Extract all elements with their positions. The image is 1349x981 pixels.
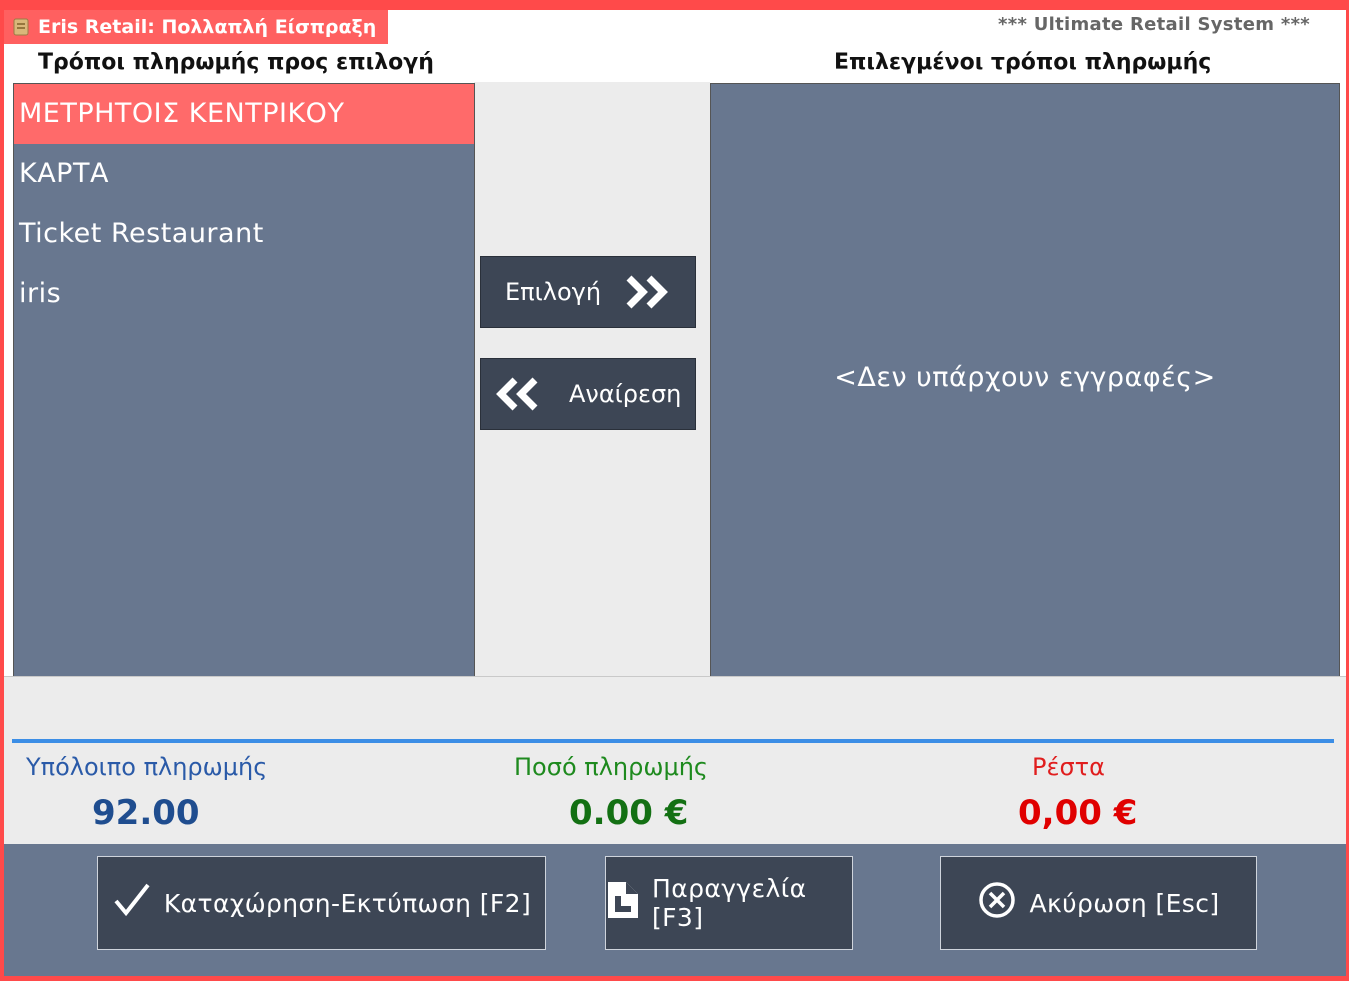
list-item-ticket-restaurant[interactable]: Ticket Restaurant — [14, 204, 474, 264]
dialog-body: *** Ultimate Retail System *** Τρόποι πλ… — [4, 14, 1346, 976]
window-bottom-border — [0, 976, 1349, 981]
order-button[interactable]: Παραγγελία [F3] — [605, 856, 853, 950]
change-label: Ρέστα — [1032, 753, 1105, 781]
document-icon — [606, 880, 640, 926]
payment-amount-value: 0.00 € — [569, 793, 689, 833]
list-item-iris[interactable]: iris — [14, 264, 474, 324]
selected-methods-header: Επιλεγμένοι τρόποι πληρωμής — [834, 49, 1212, 75]
remove-button-label: Αναίρεση — [569, 380, 682, 408]
available-methods-header: Τρόποι πληρωμής προς επιλογή — [38, 49, 434, 75]
window-title: Eris Retail: Πολλαπλή Είσπραξη — [38, 16, 377, 38]
cancel-button[interactable]: Ακύρωση [Esc] — [940, 856, 1257, 950]
double-chevron-right-icon — [625, 275, 673, 309]
change-value: 0,00 € — [1018, 793, 1138, 833]
divider-line — [12, 739, 1334, 743]
order-label: Παραγγελία [F3] — [652, 874, 807, 932]
empty-records-message: <Δεν υπάρχουν εγγραφές> — [834, 362, 1216, 393]
background-strip — [780, 0, 1349, 10]
titlebar[interactable]: Eris Retail: Πολλαπλή Είσπραξη — [4, 10, 388, 44]
select-button-label: Επιλογή — [505, 278, 602, 306]
totals-area: Υπόλοιπο πληρωμής 92.00 Ποσό πληρωμής 0.… — [4, 676, 1346, 845]
remaining-label: Υπόλοιπο πληρωμής — [26, 753, 268, 781]
footer-bar: Καταχώρηση-Εκτύπωση [F2] Παραγγελία [F3] — [4, 844, 1346, 976]
available-methods-list[interactable]: ΜΕΤΡΗΤΟΙΣ ΚΕΝΤΡΙΚΟΥ ΚΑΡΤΑ Ticket Restaur… — [13, 83, 475, 677]
checkmark-icon — [112, 881, 152, 925]
remaining-value: 92.00 — [92, 793, 200, 833]
select-button[interactable]: Επιλογή — [480, 256, 696, 328]
cancel-label: Ακύρωση [Esc] — [1029, 888, 1220, 918]
save-print-button[interactable]: Καταχώρηση-Εκτύπωση [F2] — [97, 856, 546, 950]
remove-button[interactable]: Αναίρεση — [480, 358, 696, 430]
list-item-card[interactable]: ΚΑΡΤΑ — [14, 144, 474, 204]
payment-amount-label: Ποσό πληρωμής — [514, 753, 709, 781]
save-print-label: Καταχώρηση-Εκτύπωση [F2] — [163, 888, 532, 918]
receipt-scroll-icon — [10, 17, 32, 37]
circle-x-icon — [977, 880, 1017, 926]
system-subtitle: *** Ultimate Retail System *** — [998, 14, 1310, 35]
payment-dialog-window: Eris Retail: Πολλαπλή Είσπραξη *** Ultim… — [0, 0, 1349, 981]
double-chevron-left-icon — [493, 377, 545, 411]
list-item-cash[interactable]: ΜΕΤΡΗΤΟΙΣ ΚΕΝΤΡΙΚΟΥ — [14, 84, 474, 144]
selected-methods-list[interactable]: <Δεν υπάρχουν εγγραφές> — [710, 83, 1340, 677]
